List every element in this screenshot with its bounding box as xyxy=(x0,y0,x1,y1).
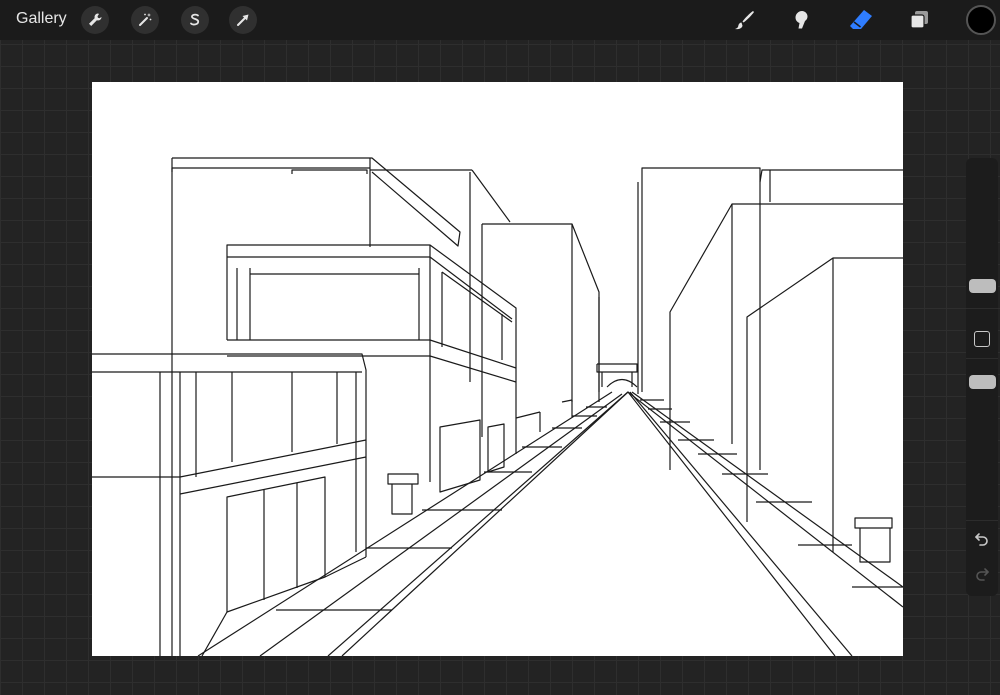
magic-wand-icon xyxy=(139,13,152,26)
sidebar-divider xyxy=(966,358,998,359)
smudge-button[interactable] xyxy=(787,6,815,34)
eraser-icon xyxy=(850,10,872,29)
opacity-slider[interactable] xyxy=(969,375,996,389)
brush-size-slider[interactable] xyxy=(969,279,996,293)
color-picker-button[interactable] xyxy=(966,5,996,35)
transform-button[interactable] xyxy=(229,6,257,34)
undo-button[interactable] xyxy=(974,531,990,552)
right-sidebar xyxy=(966,158,998,596)
redo-icon xyxy=(976,568,989,581)
smudge-icon xyxy=(795,11,808,29)
sidebar-divider xyxy=(966,520,998,521)
brush-button[interactable] xyxy=(730,6,758,34)
sidebar-divider xyxy=(966,308,998,309)
selection-button[interactable] xyxy=(181,6,209,34)
transform-icon xyxy=(237,14,249,26)
actions-button[interactable] xyxy=(81,6,109,34)
gallery-button[interactable]: Gallery xyxy=(16,10,67,28)
undo-icon xyxy=(975,533,988,546)
top-toolbar: Gallery xyxy=(0,0,1000,40)
adjustments-button[interactable] xyxy=(131,6,159,34)
brush-icon xyxy=(735,11,754,30)
eraser-button[interactable] xyxy=(847,6,875,34)
one-point-perspective-street-drawing xyxy=(92,157,904,672)
wrench-icon xyxy=(89,13,102,26)
drawing-canvas[interactable] xyxy=(92,82,904,672)
layers-icon xyxy=(910,11,928,29)
layers-button[interactable] xyxy=(906,6,934,34)
redo-button[interactable] xyxy=(974,566,990,587)
selection-icon xyxy=(190,13,200,26)
modify-button[interactable] xyxy=(974,331,990,347)
